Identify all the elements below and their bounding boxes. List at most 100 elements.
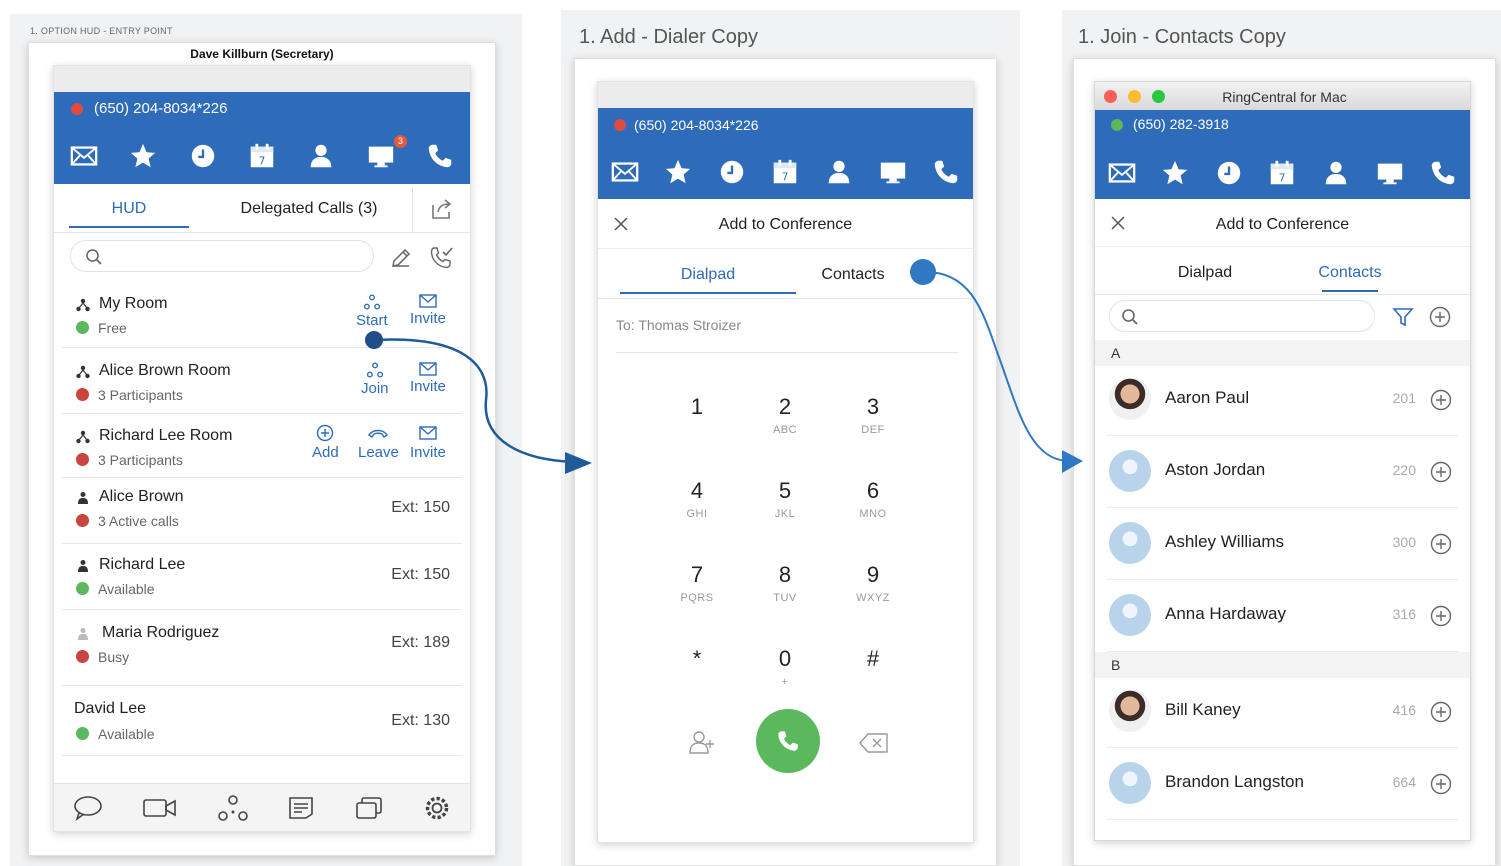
dialpad-key-6[interactable]: 6 MNO [828, 478, 918, 520]
tab-contacts[interactable]: Contacts [818, 266, 888, 284]
contact-row[interactable]: Aston Jordan 220 [1107, 436, 1458, 508]
contacts-title-rule [1095, 246, 1470, 247]
add-button[interactable]: Add [312, 424, 339, 461]
join-button[interactable]: Join [361, 362, 389, 397]
hangup-icon [368, 429, 389, 438]
mail-icon[interactable] [1107, 158, 1137, 188]
avatar-photo [1109, 378, 1151, 420]
room-row-alice-brown-room[interactable]: Alice Brown Room 3 Participants Join Inv… [62, 348, 462, 414]
start-button[interactable]: Start [356, 294, 388, 329]
leave-button[interactable]: Leave [358, 424, 399, 461]
dialpad-letters: TUV [773, 592, 797, 604]
clock-icon[interactable] [717, 157, 747, 187]
row-name: My Room [99, 295, 168, 312]
join-label: Join [361, 380, 389, 397]
pencil-icon[interactable] [389, 246, 413, 270]
add-participant-icon[interactable] [1430, 605, 1452, 627]
contact-icon[interactable] [306, 141, 336, 171]
dialer-status-dot [614, 119, 626, 131]
status-dot-available [76, 727, 89, 740]
add-label: Add [312, 444, 339, 461]
dialpad-key-7[interactable]: 7 PQRS [652, 562, 742, 604]
contact-extension: 220 [1392, 462, 1416, 478]
person-group-icon [78, 560, 88, 572]
contact-row-maria-rodriguez[interactable]: Maria Rodriguez Busy Ext: 189 [62, 610, 462, 686]
room-row-richard-lee-room[interactable]: Richard Lee Room 3 Participants Add Leav… [62, 414, 462, 478]
dialpad-key-2[interactable]: 2 ABC [740, 394, 830, 436]
dialpad-key-4[interactable]: 4 GHI [652, 478, 742, 520]
contact-icon[interactable] [1321, 158, 1351, 188]
contact-row-david-lee[interactable]: David Lee Available Ext: 130 [62, 686, 462, 756]
desktop-icon[interactable] [1375, 158, 1405, 188]
search-input[interactable] [70, 240, 374, 272]
filter-icon[interactable] [1392, 306, 1414, 328]
star-icon[interactable] [663, 157, 693, 187]
dialpad-key-9[interactable]: 9 WXYZ [828, 562, 918, 604]
dialpad-key-star[interactable]: * [652, 646, 742, 676]
dialpad-key-hash[interactable]: # [828, 646, 918, 676]
contact-row-richard-lee[interactable]: Richard Lee Available Ext: 150 [62, 544, 462, 610]
contact-name: Bill Kaney [1165, 700, 1241, 719]
add-contact-icon[interactable] [688, 728, 716, 756]
to-field[interactable]: To: Thomas Stroizer [616, 317, 741, 333]
call-button[interactable] [756, 709, 820, 773]
row-name: Alice Brown [99, 488, 184, 505]
contact-icon[interactable] [824, 157, 854, 187]
dialpad-key-5[interactable]: 5 JKL [740, 478, 830, 520]
room-row-my-room[interactable]: My Room Free Start Invite [62, 288, 462, 348]
phone-icon[interactable] [1428, 158, 1458, 188]
add-participant-icon[interactable] [1430, 701, 1452, 723]
tab-delegated-calls[interactable]: Delegated Calls (3) [204, 200, 414, 218]
add-participant-icon[interactable] [1430, 533, 1452, 555]
star-icon[interactable] [1160, 158, 1190, 188]
tab-dialpad[interactable]: Dialpad [598, 266, 818, 294]
dialpad-key-1[interactable]: 1 [652, 394, 742, 424]
person-icon [78, 628, 88, 640]
mail-icon[interactable] [69, 141, 99, 171]
mail-icon[interactable] [610, 157, 640, 187]
contact-row[interactable]: Brandon Langston 664 [1107, 748, 1458, 820]
video-icon[interactable] [142, 796, 178, 820]
desktop-icon[interactable] [366, 141, 396, 171]
contact-row[interactable]: Ashley Williams 300 [1107, 508, 1458, 580]
contact-row[interactable]: Anna Hardaway 316 [1107, 580, 1458, 652]
gear-icon[interactable] [423, 794, 451, 822]
calendar-icon[interactable]: 7 [770, 157, 800, 187]
calendar-icon[interactable]: 7 [247, 141, 277, 171]
invite-button[interactable]: Invite [410, 362, 446, 395]
invite-button[interactable]: Invite [410, 294, 446, 327]
clock-icon[interactable] [1214, 158, 1244, 188]
dialpad-key-3[interactable]: 3 DEF [828, 394, 918, 436]
clock-icon[interactable] [188, 141, 218, 171]
add-circle-icon[interactable] [1429, 306, 1451, 328]
contacts-search-input[interactable] [1109, 300, 1375, 332]
notes-icon[interactable] [287, 795, 315, 821]
phone-icon[interactable] [931, 157, 961, 187]
windows-icon[interactable] [354, 795, 384, 821]
tab-hud[interactable]: HUD [54, 200, 204, 228]
dialer-tabs: Dialpad Contacts [598, 266, 973, 294]
backspace-icon[interactable] [859, 732, 889, 754]
contact-row[interactable]: Bill Kaney 416 [1107, 676, 1458, 748]
star-icon[interactable] [128, 141, 158, 171]
hud-footer-toolbar [54, 783, 470, 831]
tab-contacts[interactable]: Contacts [1315, 264, 1385, 292]
tab-dialpad[interactable]: Dialpad [1095, 264, 1315, 282]
calendar-icon[interactable]: 7 [1267, 158, 1297, 188]
hud-tabs: HUD Delegated Calls (3) [54, 200, 414, 228]
add-participant-icon[interactable] [1430, 389, 1452, 411]
add-participant-icon[interactable] [1430, 461, 1452, 483]
invite-button[interactable]: Invite [410, 424, 446, 461]
conference-icon[interactable] [217, 794, 249, 822]
share-icon[interactable] [430, 196, 456, 222]
add-participant-icon[interactable] [1430, 773, 1452, 795]
room-icon [366, 362, 383, 378]
call-check-icon[interactable] [428, 245, 454, 271]
dialpad-key-8[interactable]: 8 TUV [740, 562, 830, 604]
dialpad-key-0[interactable]: 0 + [740, 646, 830, 688]
phone-icon[interactable] [425, 141, 455, 171]
desktop-icon[interactable] [878, 157, 908, 187]
contact-row-alice-brown[interactable]: Alice Brown 3 Active calls Ext: 150 [62, 478, 462, 544]
chat-icon[interactable] [73, 795, 103, 821]
contact-row[interactable]: Aaron Paul 201 [1107, 364, 1458, 436]
